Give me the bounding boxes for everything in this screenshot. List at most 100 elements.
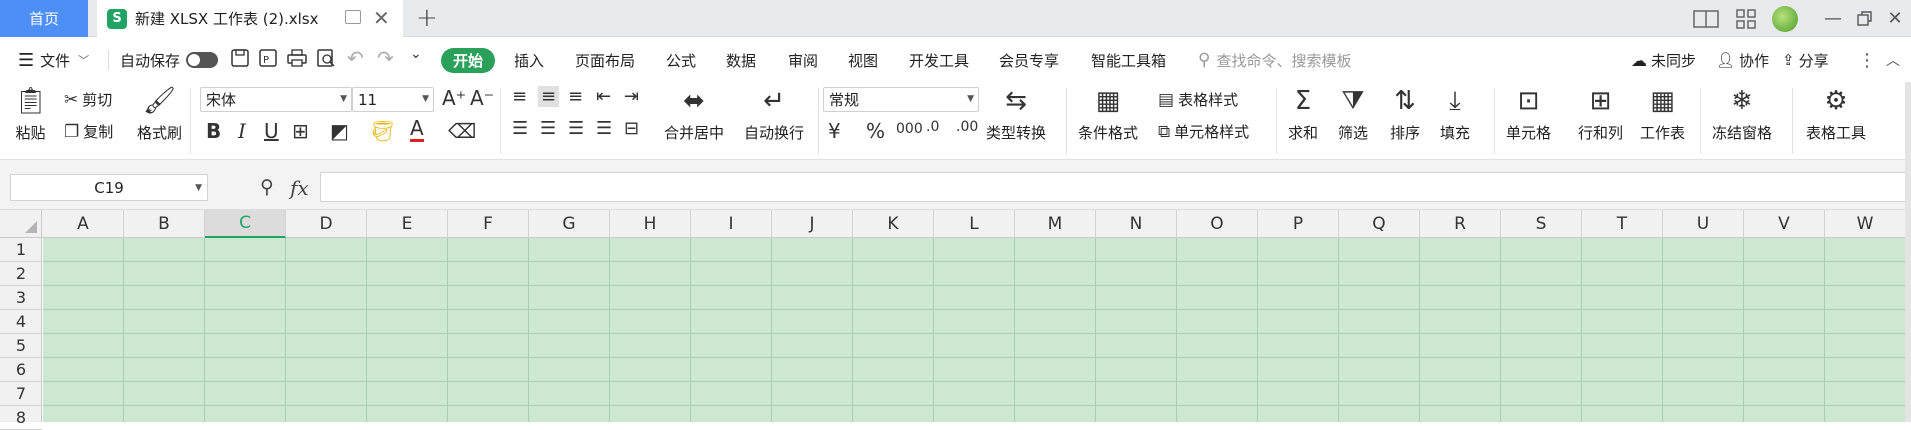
increase-decimal-icon[interactable]: .0 bbox=[926, 119, 939, 135]
align-top-icon[interactable]: ≡ bbox=[512, 86, 527, 107]
column-header-r[interactable]: R bbox=[1420, 210, 1501, 238]
align-bottom-icon[interactable]: ≡ bbox=[568, 86, 583, 107]
new-tab-button[interactable]: + bbox=[416, 3, 438, 33]
column-header-m[interactable]: M bbox=[1015, 210, 1096, 238]
thousands-icon[interactable]: 000 bbox=[896, 121, 923, 137]
toggle-switch[interactable] bbox=[186, 52, 219, 68]
tab-data[interactable]: 数据 bbox=[726, 38, 756, 82]
collab-button[interactable]: 👤︎ 协作 bbox=[1716, 38, 1769, 82]
cell-grid[interactable] bbox=[43, 238, 1905, 422]
minimize-icon[interactable]: — bbox=[1818, 0, 1848, 37]
align-left-icon[interactable]: ☰ bbox=[512, 118, 528, 139]
column-header-i[interactable]: I bbox=[691, 210, 772, 238]
sum-button[interactable]: Σ 求和 bbox=[1288, 86, 1318, 143]
column-header-b[interactable]: B bbox=[124, 210, 205, 238]
zoom-search-icon[interactable]: ⚲ bbox=[260, 176, 274, 198]
print-icon[interactable] bbox=[286, 48, 308, 73]
percent-icon[interactable]: % bbox=[866, 119, 885, 143]
tab-insert[interactable]: 插入 bbox=[514, 38, 544, 82]
row-header-5[interactable]: 5 bbox=[0, 334, 42, 358]
close-window-icon[interactable]: ✕ bbox=[1880, 0, 1910, 37]
print-preview-icon[interactable] bbox=[316, 48, 336, 73]
column-header-h[interactable]: H bbox=[610, 210, 691, 238]
column-header-e[interactable]: E bbox=[367, 210, 448, 238]
align-middle-icon[interactable]: ≡ bbox=[538, 86, 560, 107]
undo-icon[interactable]: ↶ bbox=[347, 46, 364, 70]
merge-center-button[interactable]: ⬌ 合并居中 bbox=[664, 86, 724, 143]
tab-smart-toolbox[interactable]: 智能工具箱 bbox=[1091, 38, 1166, 82]
more-quick-icon[interactable]: ⌄ bbox=[410, 46, 422, 62]
conditional-format-button[interactable]: ▦ 条件格式 bbox=[1078, 86, 1138, 143]
command-search[interactable]: ⚲ 查找命令、搜索模板 bbox=[1198, 38, 1351, 82]
autosave-toggle[interactable]: 自动保存 bbox=[120, 38, 219, 82]
decrease-font-icon[interactable]: A⁻ bbox=[470, 86, 494, 110]
row-header-3[interactable]: 3 bbox=[0, 286, 42, 310]
row-header-7[interactable]: 7 bbox=[0, 382, 42, 406]
user-avatar[interactable] bbox=[1772, 6, 1798, 32]
wrap-text-button[interactable]: ↵ 自动换行 bbox=[744, 86, 804, 143]
justify-icon[interactable]: ☰ bbox=[596, 118, 612, 139]
increase-font-icon[interactable]: A⁺ bbox=[442, 86, 466, 110]
column-header-n[interactable]: N bbox=[1096, 210, 1177, 238]
row-col-button[interactable]: ⊞ 行和列 bbox=[1578, 86, 1623, 143]
restore-icon[interactable] bbox=[1850, 0, 1880, 37]
indent-icon[interactable]: ⇥ bbox=[624, 86, 639, 107]
column-header-a[interactable]: A bbox=[43, 210, 124, 238]
italic-icon[interactable]: I bbox=[238, 119, 246, 143]
formula-input[interactable] bbox=[320, 172, 1911, 202]
sort-button[interactable]: ⇅ 排序 bbox=[1390, 86, 1420, 143]
row-header-6[interactable]: 6 bbox=[0, 358, 42, 382]
row-header-2[interactable]: 2 bbox=[0, 262, 42, 286]
tab-member[interactable]: 会员专享 bbox=[999, 38, 1059, 82]
reading-mode-icon[interactable] bbox=[1690, 0, 1722, 37]
cell-button[interactable]: ⊡ 单元格 bbox=[1506, 86, 1551, 143]
grid-apps-icon[interactable] bbox=[1730, 0, 1762, 37]
format-painter-button[interactable]: 🖌︎ 格式刷 bbox=[137, 86, 182, 143]
font-size-select[interactable]: 11 ▼ bbox=[352, 87, 434, 112]
column-header-f[interactable]: F bbox=[448, 210, 529, 238]
more-menu-icon[interactable]: ⋮ bbox=[1858, 38, 1876, 82]
close-tab-icon[interactable]: ✕ bbox=[373, 6, 390, 30]
column-header-t[interactable]: T bbox=[1582, 210, 1663, 238]
paste-button[interactable]: 📋︎ 粘贴 bbox=[14, 86, 47, 143]
column-header-c[interactable]: C bbox=[205, 210, 286, 238]
file-menu[interactable]: ☰ 文件 ﹀ bbox=[18, 38, 89, 82]
currency-icon[interactable]: ¥ bbox=[828, 119, 841, 143]
fill-button[interactable]: ⤓ 填充 bbox=[1440, 86, 1470, 143]
sync-status[interactable]: ☁ 未同步 bbox=[1631, 38, 1696, 82]
export-icon[interactable]: P bbox=[258, 48, 278, 73]
column-header-o[interactable]: O bbox=[1177, 210, 1258, 238]
shape-fill-icon[interactable]: ◩ bbox=[330, 119, 349, 143]
name-box[interactable]: C19 ▼ bbox=[10, 174, 208, 201]
column-header-q[interactable]: Q bbox=[1339, 210, 1420, 238]
vertical-scrollbar[interactable] bbox=[1905, 82, 1911, 422]
number-format-select[interactable]: 常规 ▼ bbox=[823, 87, 979, 112]
font-color-icon[interactable]: A bbox=[410, 117, 424, 142]
column-header-k[interactable]: K bbox=[853, 210, 934, 238]
decrease-decimal-icon[interactable]: .00 bbox=[956, 119, 978, 135]
outdent-icon[interactable]: ⇤ bbox=[596, 86, 611, 107]
save-icon[interactable] bbox=[230, 48, 250, 73]
align-right-icon[interactable]: ☰ bbox=[568, 118, 584, 139]
home-tab[interactable]: 首页 bbox=[0, 0, 88, 37]
tab-page-layout[interactable]: 页面布局 bbox=[575, 38, 635, 82]
select-all-button[interactable] bbox=[0, 210, 42, 238]
pin-tab-icon[interactable] bbox=[345, 10, 361, 24]
column-header-j[interactable]: J bbox=[772, 210, 853, 238]
table-style-button[interactable]: ▤ 表格样式 bbox=[1158, 89, 1238, 110]
column-header-v[interactable]: V bbox=[1744, 210, 1825, 238]
tab-start[interactable]: 开始 bbox=[441, 48, 495, 73]
collapse-ribbon-icon[interactable]: ︿ bbox=[1886, 38, 1900, 82]
copy-button[interactable]: ❐ 复制 bbox=[64, 121, 113, 142]
column-header-s[interactable]: S bbox=[1501, 210, 1582, 238]
tab-formulas[interactable]: 公式 bbox=[666, 38, 696, 82]
row-header-8[interactable]: 8 bbox=[0, 406, 42, 430]
font-name-select[interactable]: 宋体 ▼ bbox=[200, 87, 352, 112]
align-center-icon[interactable]: ☰ bbox=[540, 118, 556, 139]
freeze-panes-button[interactable]: ❄ 冻结窗格 bbox=[1712, 86, 1772, 143]
bold-icon[interactable]: B bbox=[206, 119, 221, 143]
document-tab[interactable]: S 新建 XLSX 工作表 (2).xlsx ✕ bbox=[97, 0, 403, 37]
worksheet-button[interactable]: ▦ 工作表 bbox=[1640, 86, 1685, 143]
table-tools-button[interactable]: ⚙ 表格工具 bbox=[1806, 86, 1866, 143]
tab-developer[interactable]: 开发工具 bbox=[909, 38, 969, 82]
